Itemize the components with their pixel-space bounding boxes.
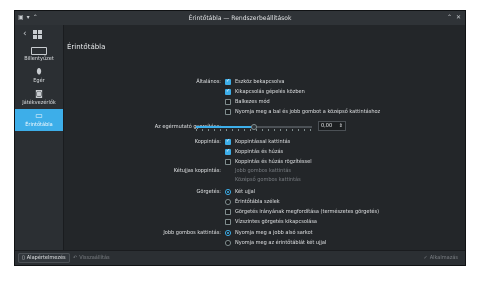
sidebar-item-mouse[interactable]: ⬮ Egér	[15, 65, 63, 87]
reset-button[interactable]: ↶ Visszaállítás	[69, 253, 114, 263]
radio-bottom-right-corner[interactable]: Nyomja meg a jobb alsó sarkot	[225, 230, 313, 236]
gamepad-icon: ◙	[35, 89, 43, 98]
checkbox-icon	[225, 138, 231, 145]
defaults-button[interactable]: ▯ Alapértelmezés	[18, 253, 70, 263]
keep-above-icon[interactable]: ⌃	[33, 13, 38, 23]
sidebar-item-label: Egér	[33, 78, 45, 84]
checkbox-icon	[225, 159, 231, 165]
radio-icon	[225, 240, 231, 246]
checkbox-icon	[225, 148, 231, 155]
grid-view-icon[interactable]	[32, 29, 42, 39]
speed-slider[interactable]	[196, 124, 312, 131]
checkbox-device-enabled[interactable]: Eszköz bekapcsolva	[225, 78, 285, 85]
touchpad-icon: ▭	[35, 111, 43, 120]
option-two-finger-middle-click[interactable]: Középső gombos kattintás	[235, 177, 301, 183]
sidebar-item-gamepad[interactable]: ◙ Játékvezérlők	[15, 87, 63, 109]
radio-two-finger-scroll[interactable]: Két ujjal	[225, 189, 255, 195]
checkbox-icon	[225, 209, 231, 215]
general-label: Általános:	[196, 79, 221, 85]
sidebar-item-touchpad[interactable]: ▭ Érintőtábla	[15, 109, 63, 131]
radio-icon	[225, 189, 231, 195]
checkbox-left-handed[interactable]: Balkezes mód	[225, 99, 270, 105]
scrolling-label: Görgetés:	[196, 189, 221, 195]
title-bar: ▣ ▾ ⌃ Érintőtábla — Rendszerbeállítások …	[15, 11, 465, 25]
sidebar-item-label: Billentyűzet	[24, 56, 54, 62]
window-title: Érintőtábla — Rendszerbeállítások	[188, 14, 292, 22]
two-finger-label: Kétujjas koppintás:	[173, 168, 221, 174]
checkbox-icon	[225, 109, 231, 115]
right-click-label: Jobb gombos kattintás:	[163, 230, 221, 236]
checkbox-icon	[225, 78, 231, 85]
checkbox-icon	[225, 88, 231, 95]
pin-icon[interactable]: ▾	[27, 13, 30, 23]
option-two-finger-right-click[interactable]: Jobb gombos kattintás	[235, 168, 291, 174]
sidebar-item-label: Játékvezérlők	[22, 100, 56, 106]
checkbox-icon	[225, 99, 231, 105]
main-panel: Érintőtábla Általános: Eszköz bekapcsolv…	[63, 25, 465, 251]
document-icon: ▯	[22, 255, 25, 261]
checkbox-tap-to-click[interactable]: Koppintással kattintás	[225, 138, 290, 145]
sidebar: ‹ Billentyűzet ⬮ Egér ◙ Játékvezérlők ▭ …	[15, 25, 64, 251]
maximize-icon[interactable]: ⌃	[447, 13, 452, 23]
keyboard-icon	[15, 45, 63, 55]
slider-handle[interactable]	[251, 124, 257, 130]
footer-bar: ▯ Alapértelmezés ↶ Visszaállítás ✓ Alkal…	[15, 250, 465, 265]
checkbox-tap-drag-lock[interactable]: Koppintás és húzás rögzítéssel	[225, 159, 312, 165]
radio-icon	[225, 199, 231, 205]
window-menu-icon[interactable]: ▣	[18, 13, 24, 23]
checkbox-disable-while-typing[interactable]: Kikapcsolás gépelés közben	[225, 88, 305, 95]
page-title: Érintőtábla	[67, 43, 106, 51]
tapping-label: Koppintás:	[194, 139, 221, 145]
sidebar-item-keyboard[interactable]: Billentyűzet	[15, 43, 63, 65]
speed-spinbox[interactable]: 0,00 ⇕	[318, 121, 346, 131]
checkbox-tap-and-drag[interactable]: Koppintás és húzás	[225, 148, 283, 155]
radio-icon	[225, 230, 231, 236]
undo-icon: ↶	[73, 255, 78, 261]
spin-arrows-icon[interactable]: ⇕	[339, 123, 343, 129]
checkbox-natural-scroll[interactable]: Görgetés irányának megfordítása (termész…	[225, 209, 379, 215]
checkbox-middle-click-emulation[interactable]: Nyomja meg a bal és jobb gombot a középs…	[225, 109, 380, 115]
checkbox-disable-horizontal-scroll[interactable]: Vízszintes görgetés kikapcsolása	[225, 219, 317, 225]
check-icon: ✓	[423, 255, 428, 261]
mouse-icon: ⬮	[36, 67, 42, 76]
settings-window: ▣ ▾ ⌃ Érintőtábla — Rendszerbeállítások …	[14, 10, 466, 266]
radio-two-finger-press[interactable]: Nyomja meg az érintőtáblát két ujjal	[225, 240, 326, 246]
radio-edge-scroll[interactable]: Érintőtábla szélek	[225, 199, 280, 205]
close-icon[interactable]: ✕	[456, 13, 461, 23]
back-icon[interactable]: ‹	[23, 29, 27, 39]
sidebar-item-label: Érintőtábla	[25, 122, 53, 128]
apply-button[interactable]: ✓ Alkalmazás	[419, 253, 462, 263]
checkbox-icon	[225, 219, 231, 225]
